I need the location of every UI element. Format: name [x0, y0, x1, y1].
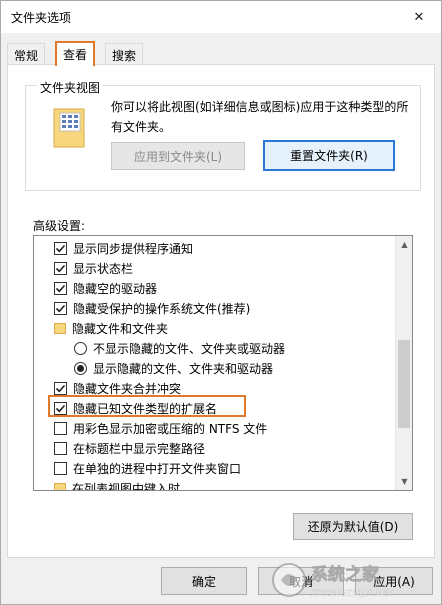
reset-folders-label: 重置文件夹(R) — [290, 149, 368, 163]
list-item[interactable]: 不显示隐藏的文件、文件夹或驱动器 — [34, 338, 396, 358]
tab-search[interactable]: 搜索 — [105, 43, 144, 65]
cancel-button[interactable]: 取消 — [258, 567, 344, 595]
list-item-label: 显示隐藏的文件、文件夹和驱动器 — [93, 361, 274, 376]
selected-radio-icon[interactable] — [74, 361, 87, 375]
tab-view[interactable]: 查看 — [55, 41, 96, 66]
folder-options-dialog: 文件夹选项 ✕ 常规 查看 搜索 文件夹视图 你可以将此视图(如详细信息或图标)… — [0, 0, 442, 605]
apply-to-folders-button[interactable]: 应用到文件夹(L) — [111, 142, 245, 170]
folder-view-icon — [53, 108, 85, 148]
checked-checkbox-icon[interactable] — [54, 301, 67, 315]
scroll-thumb[interactable] — [398, 340, 410, 428]
checked-checkbox-icon[interactable] — [54, 241, 67, 255]
list-item-label: 隐藏空的驱动器 — [73, 281, 158, 296]
restore-defaults-label: 还原为默认值(D) — [307, 520, 399, 534]
list-item-label: 隐藏已知文件类型的扩展名 — [73, 401, 218, 416]
tab-view-label: 查看 — [63, 48, 88, 62]
list-item-label: 在列表视图中键入时 — [72, 481, 181, 491]
scroll-up-arrow-icon[interactable]: ▲ — [396, 236, 412, 253]
list-item[interactable]: 隐藏受保护的操作系统文件(推荐) — [34, 298, 396, 318]
cancel-label: 取消 — [288, 574, 313, 589]
list-item[interactable]: 显示隐藏的文件、文件夹和驱动器 — [34, 358, 396, 378]
tab-strip: 常规 查看 搜索 — [7, 41, 437, 66]
list-item-label: 隐藏文件夹合并冲突 — [73, 381, 182, 396]
list-item-label: 在单独的进程中打开文件夹窗口 — [73, 461, 242, 476]
radio-icon[interactable] — [74, 341, 87, 355]
advanced-settings-label: 高级设置: — [33, 219, 86, 233]
close-icon: ✕ — [413, 9, 425, 25]
unchecked-checkbox-icon[interactable] — [54, 421, 67, 435]
list-item-label: 显示状态栏 — [73, 261, 134, 276]
list-item[interactable]: 显示状态栏 — [34, 258, 396, 278]
tab-general-label: 常规 — [14, 49, 39, 63]
folder-views-description: 你可以将此视图(如详细信息或图标)应用于这种类型的所有文件夹。 — [111, 100, 409, 134]
list-item[interactable]: 隐藏文件和文件夹 — [34, 318, 396, 338]
tab-search-label: 搜索 — [112, 49, 137, 63]
unchecked-checkbox-icon[interactable] — [54, 461, 67, 475]
list-item-label: 隐藏受保护的操作系统文件(推荐) — [73, 301, 251, 316]
folder-views-title: 文件夹视图 — [37, 79, 104, 96]
list-item-label: 隐藏文件和文件夹 — [72, 321, 169, 336]
list-item[interactable]: 在单独的进程中打开文件夹窗口 — [34, 458, 396, 478]
window-title: 文件夹选项 — [11, 11, 72, 25]
list-item-label: 在标题栏中显示完整路径 — [73, 441, 206, 456]
list-item-label: 不显示隐藏的文件、文件夹或驱动器 — [93, 341, 286, 356]
list-item-label: 显示同步提供程序通知 — [73, 241, 194, 256]
close-button[interactable]: ✕ — [405, 5, 433, 29]
advanced-settings-list[interactable]: 显示同步提供程序通知 显示状态栏隐藏空的驱动器隐藏受保护的操作系统文件(推荐) 隐藏… — [33, 235, 413, 491]
folder-icon — [54, 322, 66, 334]
checked-checkbox-icon[interactable] — [54, 381, 67, 395]
restore-defaults-button[interactable]: 还原为默认值(D) — [293, 513, 413, 540]
list-item[interactable]: 用彩色显示加密或压缩的 NTFS 文件 — [34, 418, 396, 438]
ok-label: 确定 — [191, 574, 216, 589]
unchecked-checkbox-icon[interactable] — [54, 441, 67, 455]
tab-general[interactable]: 常规 — [7, 43, 46, 65]
checked-checkbox-icon[interactable] — [54, 401, 67, 415]
title-bar: 文件夹选项 ✕ — [1, 1, 441, 33]
list-item[interactable]: 显示同步提供程序通知 — [34, 238, 396, 258]
list-item[interactable]: 隐藏空的驱动器 — [34, 278, 396, 298]
vertical-scrollbar[interactable]: ▲ ▼ — [395, 236, 412, 490]
apply-button[interactable]: 应用(A) — [355, 567, 433, 595]
list-item[interactable]: 在标题栏中显示完整路径 — [34, 438, 396, 458]
scroll-down-arrow-icon[interactable]: ▼ — [396, 473, 412, 490]
folder-icon — [54, 482, 66, 490]
checked-checkbox-icon[interactable] — [54, 281, 67, 295]
apply-to-folders-label: 应用到文件夹(L) — [133, 149, 223, 164]
reset-folders-button[interactable]: 重置文件夹(R) — [263, 140, 395, 171]
list-item-label: 用彩色显示加密或压缩的 NTFS 文件 — [73, 421, 268, 436]
apply-label: 应用(A) — [373, 574, 415, 589]
checked-checkbox-icon[interactable] — [54, 261, 67, 275]
list-item[interactable]: 隐藏文件夹合并冲突 — [34, 378, 396, 398]
list-item[interactable]: 在列表视图中键入时 — [34, 478, 396, 491]
list-item[interactable]: 隐藏已知文件类型的扩展名 — [34, 398, 396, 418]
ok-button[interactable]: 确定 — [161, 567, 247, 595]
